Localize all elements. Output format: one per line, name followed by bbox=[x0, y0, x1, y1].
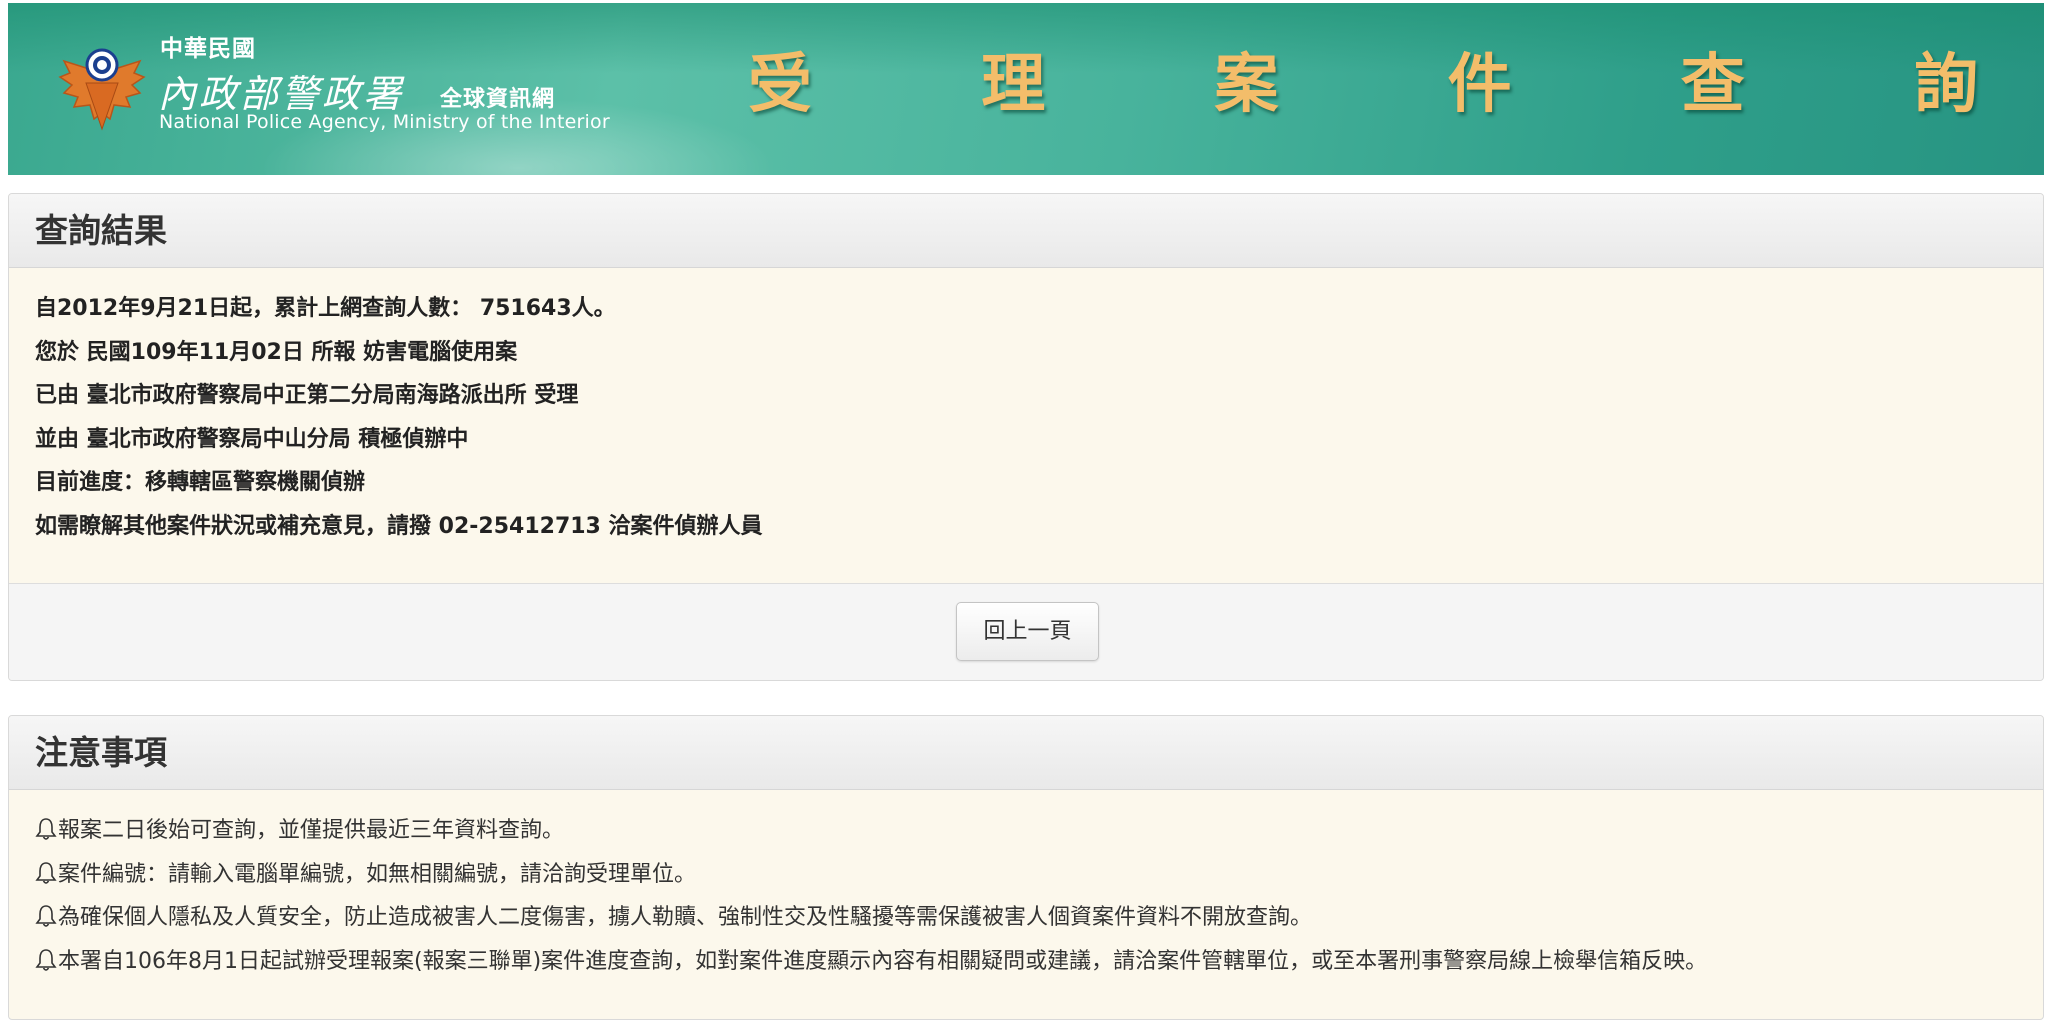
portal-label: 全球資訊網 bbox=[440, 87, 556, 112]
note-item: 案件編號：請輸入電腦單編號，如無相關編號，請洽詢受理單位。 bbox=[35, 860, 2017, 904]
result-heading: 查詢結果 bbox=[9, 194, 2043, 268]
title-char: 理 bbox=[981, 48, 1046, 122]
page-title: 受 理 案 件 查 詢 bbox=[748, 33, 1978, 125]
contact-line: 如需瞭解其他案件狀況或補充意見，請撥 02-25412713 洽案件偵辦人員 bbox=[35, 513, 763, 539]
progress-line: 目前進度：移轉轄區警察機關偵辦 bbox=[35, 470, 366, 495]
notes-heading: 注意事項 bbox=[9, 716, 2043, 790]
bell-icon bbox=[35, 861, 57, 884]
english-agency-name: National Police Agency, Ministry of the … bbox=[159, 111, 610, 133]
note-text: 報案二日後始可查詢，並僅提供最近三年資料查詢。 bbox=[58, 818, 565, 843]
result-panel: 查詢結果 自2012年9月21日起，累計上網查詢人數： 751643人。 您於 … bbox=[8, 193, 2044, 681]
header-banner: 中華民國 內政部警政署 全球資訊網 National Police Agency… bbox=[8, 3, 2044, 175]
notes-panel: 注意事項 報案二日後始可查詢，並僅提供最近三年資料查詢。 案件編號：請輸入電腦單… bbox=[8, 715, 2044, 1020]
title-char: 件 bbox=[1447, 48, 1512, 122]
result-body: 自2012年9月21日起，累計上網查詢人數： 751643人。 您於 民國109… bbox=[9, 268, 2043, 555]
bell-icon bbox=[35, 905, 57, 927]
note-item: 本署自106年8月1日起試辦受理報案(報案三聯單)案件進度查詢，如對案件進度顯示… bbox=[35, 947, 2017, 991]
investigating-unit-line: 並由 臺北市政府警察局中山分局 積極偵辦中 bbox=[35, 426, 469, 452]
ministry-name: 內政部警政署 bbox=[158, 72, 405, 116]
result-footer: 回上一頁 bbox=[9, 583, 2043, 680]
bell-icon bbox=[35, 948, 57, 971]
accepting-unit-line: 已由 臺北市政府警察局中正第二分局南海路派出所 受理 bbox=[35, 383, 579, 408]
title-char: 詢 bbox=[1913, 48, 1978, 122]
note-text: 為確保個人隱私及人質安全，防止造成被害人二度傷害，擄人勒贖、強制性交及性騷擾等需… bbox=[58, 905, 1313, 930]
police-emblem-icon bbox=[58, 48, 146, 131]
title-char: 案 bbox=[1214, 48, 1279, 122]
title-char: 查 bbox=[1680, 48, 1745, 122]
title-char: 受 bbox=[748, 48, 812, 122]
notes-body: 報案二日後始可查詢，並僅提供最近三年資料查詢。 案件編號：請輸入電腦單編號，如無… bbox=[9, 790, 2043, 990]
roc-label: 中華民國 bbox=[160, 36, 256, 62]
query-count-line: 自2012年9月21日起，累計上網查詢人數： 751643人。 bbox=[35, 296, 616, 321]
note-text: 案件編號：請輸入電腦單編號，如無相關編號，請洽詢受理單位。 bbox=[58, 861, 697, 887]
bell-icon bbox=[35, 818, 57, 840]
note-text: 本署自106年8月1日起試辦受理報案(報案三聯單)案件進度查詢，如對案件進度顯示… bbox=[58, 948, 1708, 974]
note-item: 為確保個人隱私及人質安全，防止造成被害人二度傷害，擄人勒贖、強制性交及性騷擾等需… bbox=[35, 903, 2017, 947]
report-date-line: 您於 民國109年11月02日 所報 妨害電腦使用案 bbox=[35, 339, 518, 365]
back-button[interactable]: 回上一頁 bbox=[956, 602, 1099, 661]
note-item: 報案二日後始可查詢，並僅提供最近三年資料查詢。 bbox=[35, 816, 2017, 860]
